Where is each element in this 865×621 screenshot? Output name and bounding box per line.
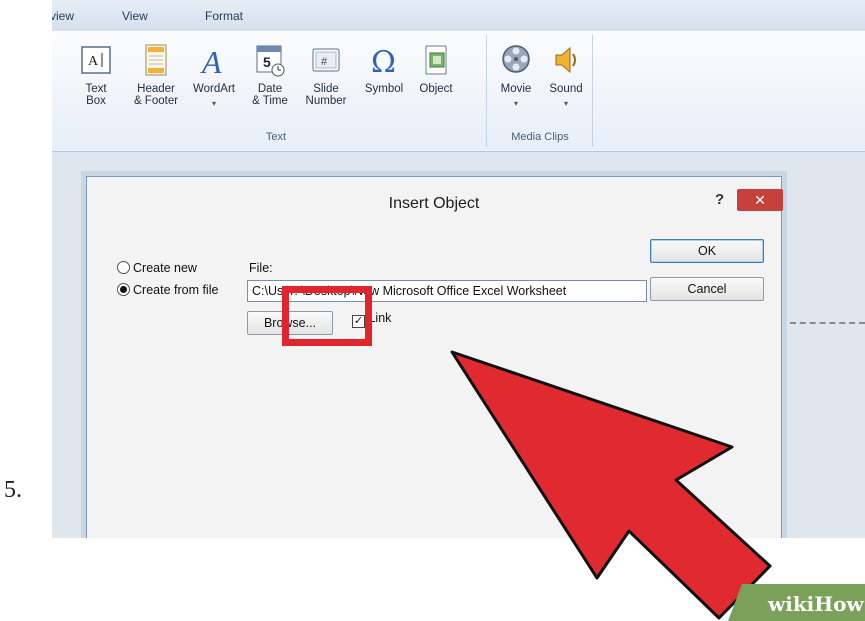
create-new-label: Create new [133,261,197,275]
svg-text:A: A [88,54,99,69]
slide-placeholder-border [790,322,865,324]
tab-view[interactable]: View [122,9,148,23]
symbol-omega-icon: Ω [371,45,396,77]
radio-indicator-create-new[interactable] [117,261,130,274]
date-time-button[interactable]: 5 Date & Time [244,43,296,107]
ribbon-group-text: A Text Box Header & Footer A WordArt ▾ 5… [66,35,487,147]
text-box-icon: A [81,46,111,74]
date-time-icon: 5 [256,45,285,77]
sound-label: Sound [549,83,583,95]
media-clips-group-label: Media Clips [511,131,569,143]
svg-text:Ω: Ω [371,45,396,77]
tab-review[interactable]: view [52,9,74,23]
dialog-title: Insert Object [388,195,480,212]
link-highlight-box [282,286,372,346]
ribbon: A Text Box Header & Footer A WordArt ▾ 5… [52,31,865,152]
header-footer-icon [145,44,167,76]
movie-label: Movie [500,83,532,95]
create-from-file-label: Create from file [133,283,219,297]
wikihow-logo-text: wikiHow [768,592,864,616]
insert-object-dialog: Insert Object ? ✕ Create new Create from… [86,176,783,538]
text-box-label: Text Box [85,83,107,107]
object-icon [425,45,447,75]
ribbon-tab-row: view View Format [52,0,865,32]
radio-indicator-create-from-file[interactable] [117,283,130,296]
wordart-dropdown-icon[interactable]: ▾ [188,98,240,110]
symbol-button[interactable]: Ω Symbol [358,43,410,95]
screenshot: view View Format A Text Box Header & Foo… [52,0,865,538]
sound-dropdown-icon[interactable]: ▾ [540,98,592,110]
movie-dropdown-icon[interactable]: ▾ [490,98,542,110]
tab-format[interactable]: Format [205,9,243,23]
wordart-button[interactable]: A WordArt ▾ [188,43,240,110]
create-new-radio[interactable]: Create new [117,261,197,275]
text-box-button[interactable]: A Text Box [70,43,122,107]
svg-text:A: A [200,44,222,77]
wordart-icon: A [200,44,222,77]
create-from-file-radio[interactable]: Create from file [117,283,218,297]
text-group-label: Text [265,131,287,143]
header-footer-label: Header & Footer [133,83,179,107]
movie-button[interactable]: Movie ▾ [490,43,542,110]
slide-number-button[interactable]: # Slide Number [300,43,352,107]
svg-text:#: # [321,56,328,68]
header-footer-button[interactable]: Header & Footer [130,43,182,107]
sound-button[interactable]: Sound ▾ [540,43,592,110]
close-button[interactable]: ✕ [737,189,783,211]
svg-text:5: 5 [263,54,271,70]
step-number: 5. [4,477,22,503]
speaker-icon [555,46,576,74]
date-time-label: Date & Time [252,83,288,107]
slide-number-label: Slide Number [305,83,347,107]
slide-number-icon: # [312,48,340,72]
ribbon-group-media-clips: Movie ▾ Sound ▾ Media Clips [488,35,593,147]
object-button[interactable]: Object [410,43,462,95]
help-button[interactable]: ? [715,191,724,208]
cancel-button[interactable]: Cancel [650,277,764,301]
object-label: Object [419,83,453,95]
wordart-label: WordArt [193,83,235,95]
ok-button[interactable]: OK [650,239,764,263]
file-label: File: [249,261,273,275]
symbol-label: Symbol [364,83,404,95]
movie-reel-icon [502,45,530,73]
